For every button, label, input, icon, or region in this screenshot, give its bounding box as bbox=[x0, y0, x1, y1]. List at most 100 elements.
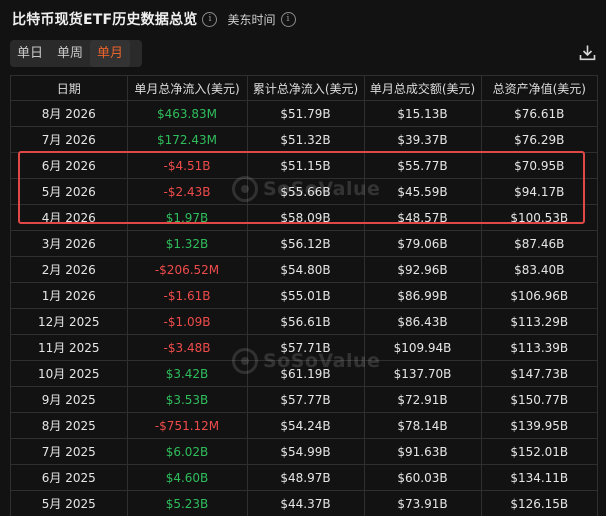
cell-date: 12月 2025 bbox=[11, 309, 127, 335]
cell-nav: $126.15B bbox=[481, 491, 597, 516]
cell-volume: $15.13B bbox=[364, 101, 481, 127]
cell-net-inflow: -$3.48B bbox=[127, 335, 247, 361]
table-row[interactable]: 9月 2025$3.53B$57.77B$72.91B$150.77B bbox=[11, 387, 597, 413]
column-header-date[interactable]: 日期 bbox=[11, 76, 127, 101]
cell-date: 3月 2026 bbox=[11, 231, 127, 257]
cell-volume: $48.57B bbox=[364, 205, 481, 231]
cell-cumulative: $54.24B bbox=[247, 413, 364, 439]
table-row[interactable]: 7月 2026$172.43M$51.32B$39.37B$76.29B bbox=[11, 127, 597, 153]
table-row[interactable]: 1月 2026-$1.61B$55.01B$86.99B$106.96B bbox=[11, 283, 597, 309]
cell-cumulative: $48.97B bbox=[247, 465, 364, 491]
cell-net-inflow: $3.42B bbox=[127, 361, 247, 387]
column-header-cumulative[interactable]: 累计总净流入(美元) bbox=[247, 76, 364, 101]
cell-cumulative: $61.19B bbox=[247, 361, 364, 387]
column-header-net-inflow[interactable]: 单月总净流入(美元) bbox=[127, 76, 247, 101]
table-row[interactable]: 3月 2026$1.32B$56.12B$79.06B$87.46B bbox=[11, 231, 597, 257]
cell-nav: $113.29B bbox=[481, 309, 597, 335]
table-row[interactable]: 6月 2025$4.60B$48.97B$60.03B$134.11B bbox=[11, 465, 597, 491]
toggle-monthly[interactable]: 单月 bbox=[90, 40, 130, 67]
etf-history-table: 日期 单月总净流入(美元) 累计总净流入(美元) 单月总成交额(美元) 总资产净… bbox=[10, 75, 598, 516]
cell-nav: $152.01B bbox=[481, 439, 597, 465]
table-row[interactable]: 8月 2026$463.83M$51.79B$15.13B$76.61B bbox=[11, 101, 597, 127]
cell-cumulative: $56.61B bbox=[247, 309, 364, 335]
period-toggle: 单日 单周 单月 bbox=[10, 40, 142, 67]
cell-net-inflow: $172.43M bbox=[127, 127, 247, 153]
cell-nav: $150.77B bbox=[481, 387, 597, 413]
cell-date: 10月 2025 bbox=[11, 361, 127, 387]
table-row[interactable]: 12月 2025-$1.09B$56.61B$86.43B$113.29B bbox=[11, 309, 597, 335]
toggle-weekly[interactable]: 单周 bbox=[50, 40, 90, 67]
cell-net-inflow: -$206.52M bbox=[127, 257, 247, 283]
table-row[interactable]: 8月 2025-$751.12M$54.24B$78.14B$139.95B bbox=[11, 413, 597, 439]
info-circle-icon[interactable]: i bbox=[202, 12, 217, 27]
cell-date: 11月 2025 bbox=[11, 335, 127, 361]
cell-date: 2月 2026 bbox=[11, 257, 127, 283]
cell-net-inflow: $1.97B bbox=[127, 205, 247, 231]
cell-nav: $139.95B bbox=[481, 413, 597, 439]
cell-net-inflow: -$1.09B bbox=[127, 309, 247, 335]
cell-cumulative: $57.71B bbox=[247, 335, 364, 361]
cell-volume: $78.14B bbox=[364, 413, 481, 439]
cell-nav: $100.53B bbox=[481, 205, 597, 231]
cell-date: 9月 2025 bbox=[11, 387, 127, 413]
cell-nav: $83.40B bbox=[481, 257, 597, 283]
cell-nav: $94.17B bbox=[481, 179, 597, 205]
cell-cumulative: $51.32B bbox=[247, 127, 364, 153]
cell-nav: $87.46B bbox=[481, 231, 597, 257]
cell-cumulative: $51.15B bbox=[247, 153, 364, 179]
cell-nav: $147.73B bbox=[481, 361, 597, 387]
cell-volume: $60.03B bbox=[364, 465, 481, 491]
table-body: 8月 2026$463.83M$51.79B$15.13B$76.61B7月 2… bbox=[11, 101, 597, 516]
cell-cumulative: $57.77B bbox=[247, 387, 364, 413]
cell-date: 7月 2025 bbox=[11, 439, 127, 465]
column-header-volume[interactable]: 单月总成交额(美元) bbox=[364, 76, 481, 101]
cell-date: 1月 2026 bbox=[11, 283, 127, 309]
cell-cumulative: $54.80B bbox=[247, 257, 364, 283]
cell-volume: $73.91B bbox=[364, 491, 481, 516]
toggle-daily[interactable]: 单日 bbox=[10, 40, 50, 67]
cell-volume: $92.96B bbox=[364, 257, 481, 283]
table-row[interactable]: 5月 2025$5.23B$44.37B$73.91B$126.15B bbox=[11, 491, 597, 516]
table-row[interactable]: 2月 2026-$206.52M$54.80B$92.96B$83.40B bbox=[11, 257, 597, 283]
cell-volume: $109.94B bbox=[364, 335, 481, 361]
cell-cumulative: $54.99B bbox=[247, 439, 364, 465]
download-icon[interactable] bbox=[579, 44, 596, 61]
column-header-nav[interactable]: 总资产净值(美元) bbox=[481, 76, 597, 101]
cell-date: 4月 2026 bbox=[11, 205, 127, 231]
cell-volume: $137.70B bbox=[364, 361, 481, 387]
cell-net-inflow: -$751.12M bbox=[127, 413, 247, 439]
cell-date: 5月 2025 bbox=[11, 491, 127, 516]
cell-volume: $45.59B bbox=[364, 179, 481, 205]
cell-cumulative: $58.09B bbox=[247, 205, 364, 231]
cell-net-inflow: $3.53B bbox=[127, 387, 247, 413]
cell-volume: $91.63B bbox=[364, 439, 481, 465]
page-title: 比特币现货ETF历史数据总览 bbox=[12, 9, 197, 29]
cell-volume: $79.06B bbox=[364, 231, 481, 257]
cell-volume: $86.43B bbox=[364, 309, 481, 335]
table-row[interactable]: 11月 2025-$3.48B$57.71B$109.94B$113.39B bbox=[11, 335, 597, 361]
cell-net-inflow: $1.32B bbox=[127, 231, 247, 257]
cell-date: 8月 2026 bbox=[11, 101, 127, 127]
cell-nav: $70.95B bbox=[481, 153, 597, 179]
table-row[interactable]: 4月 2026$1.97B$58.09B$48.57B$100.53B bbox=[11, 205, 597, 231]
info-circle-icon[interactable]: i bbox=[281, 12, 296, 27]
table-row[interactable]: 6月 2026-$4.51B$51.15B$55.77B$70.95B bbox=[11, 153, 597, 179]
cell-cumulative: $55.66B bbox=[247, 179, 364, 205]
table-row[interactable]: 5月 2026-$2.43B$55.66B$45.59B$94.17B bbox=[11, 179, 597, 205]
table-header-row: 日期 单月总净流入(美元) 累计总净流入(美元) 单月总成交额(美元) 总资产净… bbox=[11, 76, 597, 101]
table-row[interactable]: 7月 2025$6.02B$54.99B$91.63B$152.01B bbox=[11, 439, 597, 465]
cell-nav: $76.29B bbox=[481, 127, 597, 153]
cell-date: 5月 2026 bbox=[11, 179, 127, 205]
cell-net-inflow: $5.23B bbox=[127, 491, 247, 516]
cell-nav: $76.61B bbox=[481, 101, 597, 127]
cell-date: 8月 2025 bbox=[11, 413, 127, 439]
cell-date: 6月 2026 bbox=[11, 153, 127, 179]
cell-cumulative: $55.01B bbox=[247, 283, 364, 309]
cell-net-inflow: -$2.43B bbox=[127, 179, 247, 205]
cell-volume: $72.91B bbox=[364, 387, 481, 413]
cell-volume: $86.99B bbox=[364, 283, 481, 309]
header: 比特币现货ETF历史数据总览 i 美东时间 i bbox=[12, 8, 296, 30]
cell-cumulative: $56.12B bbox=[247, 231, 364, 257]
table-row[interactable]: 10月 2025$3.42B$61.19B$137.70B$147.73B bbox=[11, 361, 597, 387]
cell-nav: $113.39B bbox=[481, 335, 597, 361]
